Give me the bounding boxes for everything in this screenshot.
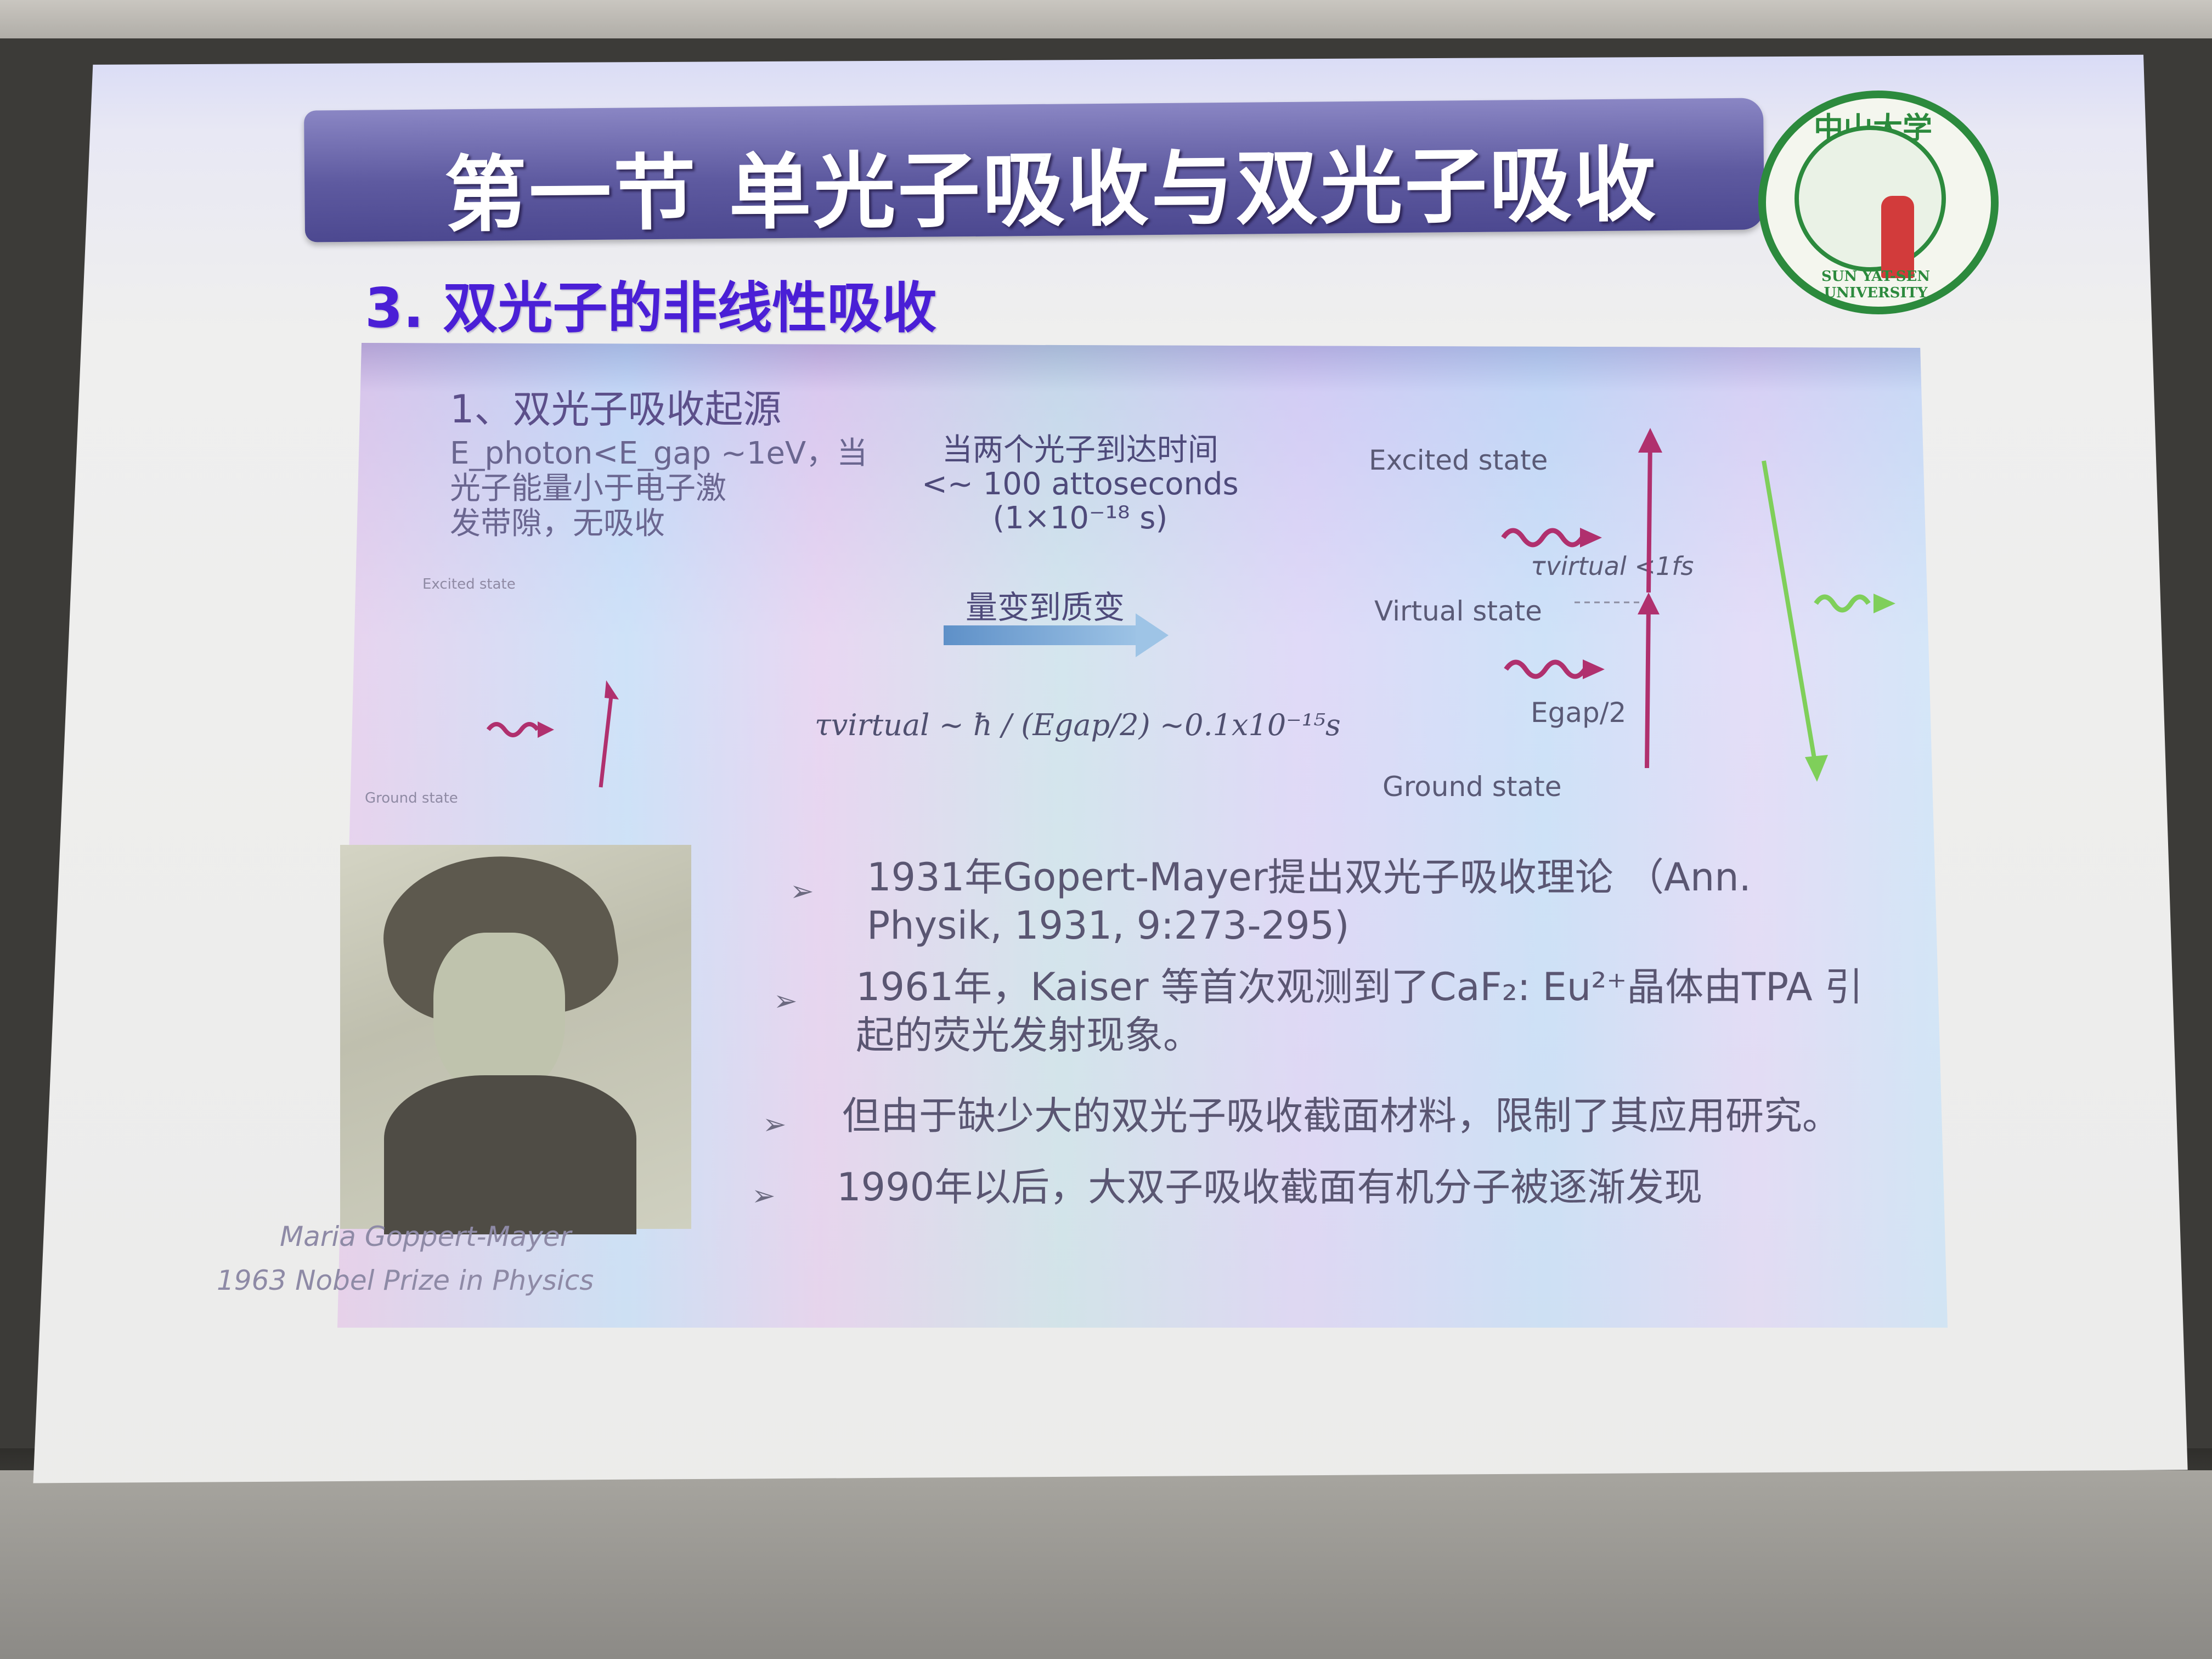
photon-wave-icon — [1504, 659, 1587, 679]
portrait-caption-name: Maria Goppert-Mayer — [280, 1221, 572, 1252]
wall — [0, 1470, 2212, 1659]
bullet-limitation: 但由于缺少大的双光子吸收截面材料，限制了其应用研究。 — [842, 1093, 1841, 1138]
two-photon-diagram — [1501, 428, 1895, 782]
slide-title: 第一节 单光子吸收与双光子吸收 — [444, 137, 1659, 244]
left-ground-label: Ground state — [365, 790, 458, 806]
bullet-1990: 1990年以后，大双子吸收截面有机分子被逐渐发现 — [837, 1165, 1703, 1210]
emitted-photon-wave-icon — [1814, 594, 1871, 613]
emission-arrow — [1762, 460, 1818, 769]
university-logo: 中山大学 SUN YAT-SEN UNIVERSITY — [1758, 91, 1999, 314]
excitation-arrow-lower — [1645, 603, 1651, 769]
bullet-1931: 1931年Gopert-Mayer提出双光子吸收理论 （Ann. Physik,… — [867, 855, 1751, 948]
bullet-marker: ➢ — [763, 1108, 787, 1141]
change-arrow — [944, 625, 1141, 645]
logo-ring-text: SUN YAT-SEN UNIVERSITY — [1821, 268, 1931, 301]
portrait-face — [433, 933, 565, 1097]
embedded-heading: 1、双光子吸收起源 — [450, 387, 782, 432]
bullet-marker: ➢ — [774, 985, 798, 1018]
portrait-clothing — [384, 1075, 636, 1234]
arrival-time-note: 当两个光子到达时间 <~ 100 attoseconds (1×10⁻¹⁸ s) — [922, 432, 1239, 536]
arrowhead-icon — [538, 721, 554, 738]
arrowhead-icon — [1638, 428, 1662, 453]
arrowhead-icon — [1638, 592, 1660, 614]
bullet-1961: 1961年，Kaiser 等首次观测到了CaF₂: Eu²⁺晶体由TPA 引 起… — [856, 964, 1863, 1058]
arrowhead-icon — [1583, 659, 1605, 679]
left-excited-label: Excited state — [422, 576, 516, 592]
arrow-right-icon — [1136, 613, 1169, 657]
tau-formula: τvirtual ~ ħ / (Egap/2) ~0.1x10⁻¹⁵s — [815, 708, 1341, 742]
portrait-caption-prize: 1963 Nobel Prize in Physics — [217, 1265, 594, 1296]
excitation-arrow — [599, 691, 614, 788]
arrowhead-icon — [1805, 755, 1828, 782]
arrowhead-icon — [1580, 528, 1602, 548]
excitation-arrow-upper — [1646, 438, 1652, 593]
photon-wave-icon — [1501, 528, 1584, 548]
arrowhead-icon — [1874, 594, 1895, 613]
arrowhead-icon — [605, 680, 619, 699]
bullet-marker: ➢ — [752, 1180, 776, 1212]
quantity-to-quality-label: 量变到质变 — [966, 589, 1125, 626]
bullet-marker: ➢ — [790, 875, 814, 908]
photon-wave-icon — [486, 722, 540, 737]
photon-energy-note: E_photon<E_gap ~1eV，当 光子能量小于电子激 发带隙，无吸收 — [450, 436, 868, 541]
single-photon-diagram — [486, 680, 619, 788]
tower-icon — [1881, 196, 1914, 278]
slide-subheading: 3. 双光子的非线性吸收 — [365, 276, 937, 340]
logo-emblem — [1795, 126, 1946, 278]
